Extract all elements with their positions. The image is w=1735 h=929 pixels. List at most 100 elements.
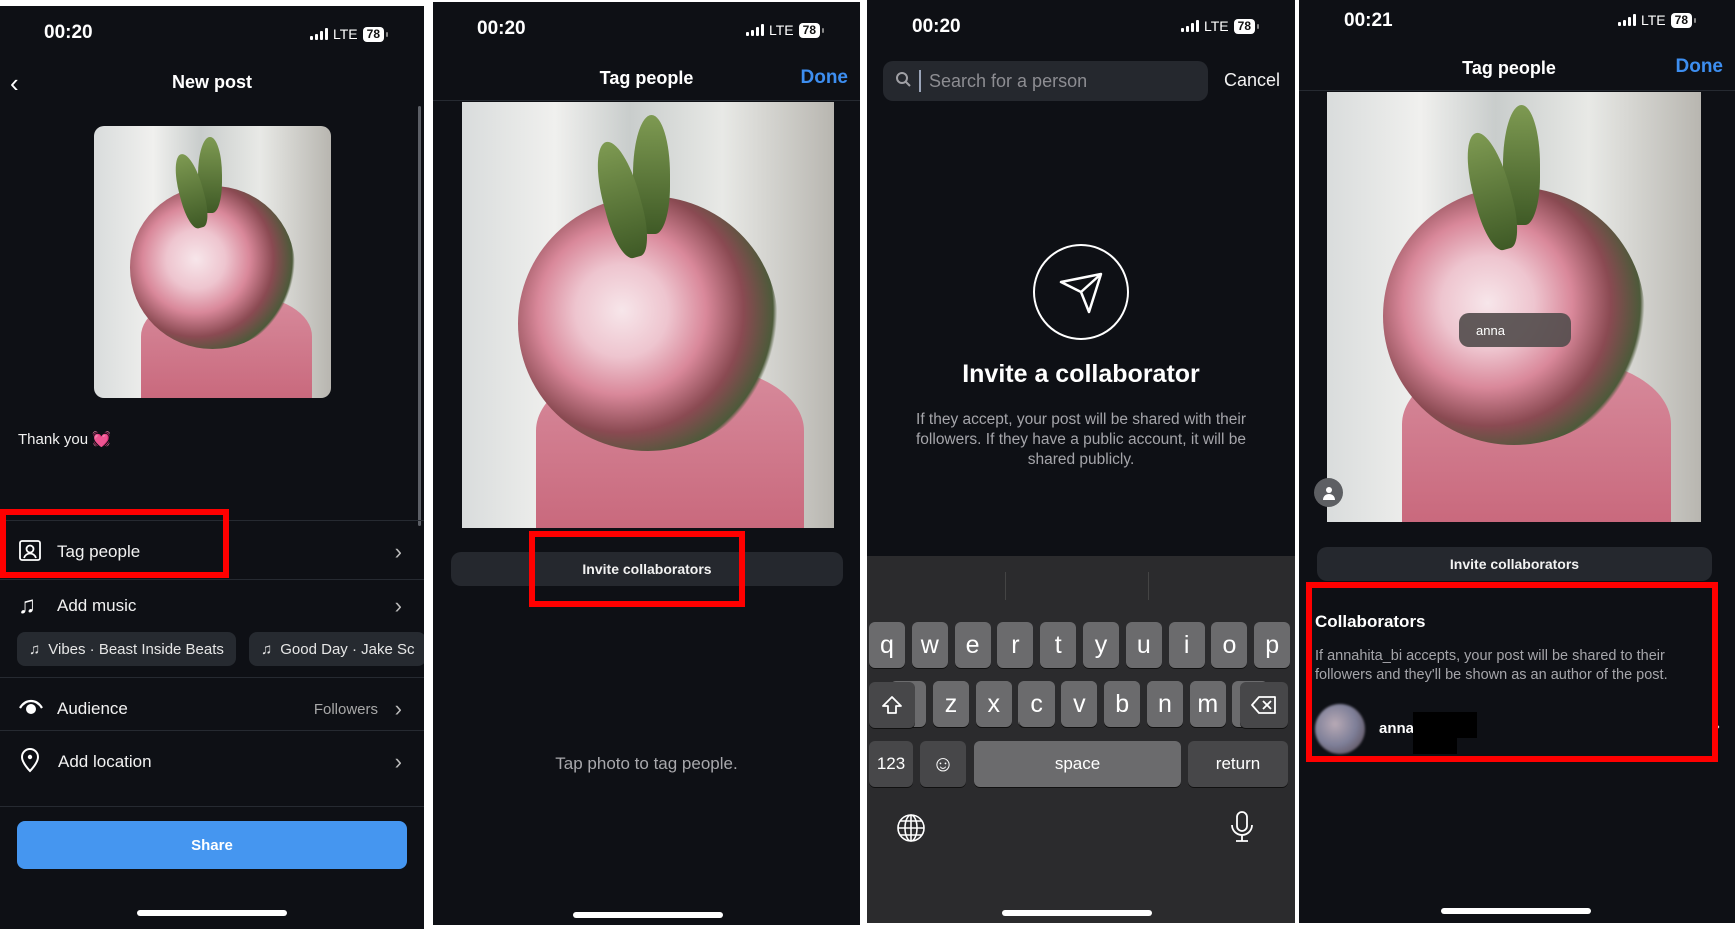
- music-note-icon: ♫: [29, 640, 41, 658]
- caption-text: Thank you 💓: [18, 431, 111, 448]
- key-o[interactable]: o: [1211, 622, 1248, 668]
- menu-item-label: Audience: [57, 699, 128, 718]
- chevron-right-icon: ›: [394, 696, 402, 721]
- search-input[interactable]: Search for a person: [883, 61, 1208, 101]
- key-x[interactable]: x: [975, 681, 1012, 727]
- tag-photo[interactable]: anna: [1327, 92, 1701, 522]
- network-label: LTE: [1204, 18, 1229, 34]
- keyboard: qwertyuiopasdfghjklzxcvbnm 123 ☺ space r…: [867, 556, 1295, 923]
- battery-icon: 78: [1233, 18, 1260, 34]
- avatar: [1315, 704, 1365, 754]
- tag-people-collaborators-screen: 00:21 LTE 78 Tag people Done anna Invite…: [1299, 0, 1735, 923]
- post-thumbnail[interactable]: [94, 126, 331, 398]
- key-b[interactable]: b: [1104, 681, 1141, 727]
- menu-item-add-music[interactable]: ♫ Add music ›: [0, 584, 424, 628]
- home-indicator[interactable]: [1002, 910, 1152, 916]
- done-button[interactable]: Done: [1676, 56, 1724, 78]
- key-u[interactable]: u: [1125, 622, 1162, 668]
- return-key[interactable]: return: [1188, 741, 1288, 787]
- music-note-icon: ♫: [261, 640, 273, 658]
- redaction-box: [1457, 712, 1477, 738]
- done-button[interactable]: Done: [801, 67, 849, 89]
- search-placeholder: Search for a person: [929, 70, 1088, 91]
- location-pin-icon: [19, 747, 41, 778]
- music-chip[interactable]: ♫ Good Day · Jake Sc: [249, 632, 424, 666]
- person-tag-icon[interactable]: [1314, 478, 1343, 507]
- status-time: 00:20: [912, 16, 961, 37]
- home-indicator[interactable]: [137, 910, 287, 916]
- signal-icon: [746, 24, 764, 36]
- invite-collaborators-button[interactable]: Invite collaborators: [451, 552, 843, 586]
- invite-description: If they accept, your post will be shared…: [916, 411, 1246, 468]
- search-icon: [895, 71, 911, 92]
- key-p[interactable]: p: [1254, 622, 1291, 668]
- status-time: 00:20: [44, 22, 93, 43]
- home-indicator[interactable]: [1441, 908, 1591, 914]
- menu-item-label: Add music: [57, 596, 137, 615]
- key-w[interactable]: w: [911, 622, 948, 668]
- audience-value: Followers: [313, 700, 378, 718]
- chevron-right-icon: ›: [1714, 716, 1720, 736]
- tag-person-icon: [18, 538, 42, 567]
- status-indicators: LTE 78: [310, 26, 389, 42]
- shift-key[interactable]: [869, 682, 915, 728]
- menu-item-audience[interactable]: Audience Followers ›: [0, 687, 424, 731]
- menu-item-tag-people[interactable]: Tag people ›: [0, 530, 424, 574]
- music-chip-label: Vibes · Beast Inside Beats: [48, 640, 224, 658]
- globe-icon[interactable]: [895, 812, 927, 849]
- music-chip[interactable]: ♫ Vibes · Beast Inside Beats: [17, 632, 236, 666]
- key-z[interactable]: z: [933, 681, 969, 727]
- battery-icon: 78: [1670, 12, 1697, 28]
- invite-collaborators-button[interactable]: Invite collaborators: [1317, 547, 1712, 581]
- invite-heading: Invite a collaborator: [962, 360, 1200, 388]
- collaborator-name: anna: [1379, 720, 1415, 737]
- key-m[interactable]: m: [1189, 681, 1226, 727]
- status-indicators: LTE 78: [1181, 18, 1260, 34]
- text-cursor: [919, 70, 921, 92]
- network-label: LTE: [769, 22, 794, 38]
- menu-item-label: Tag people: [57, 542, 141, 561]
- tag-label-bubble[interactable]: anna: [1459, 313, 1571, 347]
- key-e[interactable]: e: [954, 622, 991, 668]
- key-i[interactable]: i: [1168, 622, 1205, 668]
- shift-icon: [882, 696, 902, 714]
- delete-key[interactable]: [1240, 682, 1288, 728]
- microphone-icon[interactable]: [1229, 810, 1255, 849]
- numbers-key[interactable]: 123: [869, 741, 913, 787]
- key-y[interactable]: y: [1083, 622, 1119, 668]
- share-button[interactable]: Share: [17, 821, 407, 869]
- status-time: 00:20: [477, 18, 526, 39]
- backspace-icon: [1251, 696, 1276, 714]
- status-time: 00:21: [1344, 10, 1393, 31]
- key-q[interactable]: q: [869, 622, 905, 668]
- key-c[interactable]: c: [1018, 681, 1055, 727]
- battery-icon: 78: [362, 26, 389, 42]
- key-v[interactable]: v: [1061, 681, 1098, 727]
- signal-icon: [1181, 20, 1199, 32]
- key-n[interactable]: n: [1147, 681, 1183, 727]
- page-title: Tag people: [1462, 58, 1556, 78]
- network-label: LTE: [333, 26, 358, 42]
- music-note-icon: ♫: [18, 592, 36, 619]
- battery-icon: 78: [798, 22, 825, 38]
- menu-item-add-location[interactable]: Add location ›: [0, 740, 424, 784]
- emoji-key[interactable]: ☺: [920, 741, 966, 787]
- space-key[interactable]: space: [974, 741, 1181, 787]
- page-title: New post: [171, 72, 252, 92]
- chevron-right-icon: ›: [394, 749, 402, 774]
- cancel-button[interactable]: Cancel: [1224, 70, 1280, 91]
- network-label: LTE: [1641, 12, 1666, 28]
- collaborator-row[interactable]: anna ›: [1315, 702, 1720, 754]
- status-indicators: LTE 78: [1618, 12, 1697, 28]
- menu-item-label: Add location: [58, 752, 152, 771]
- page-title: Tag people: [599, 68, 694, 88]
- collaborators-description: If annahita_bi accepts, your post will b…: [1315, 648, 1668, 683]
- status-indicators: LTE 78: [746, 22, 825, 38]
- signal-icon: [310, 28, 328, 40]
- music-chip-label: Good Day · Jake Sc: [280, 640, 415, 658]
- tag-photo[interactable]: [462, 102, 834, 528]
- key-r[interactable]: r: [997, 622, 1034, 668]
- scrollbar[interactable]: [418, 106, 421, 526]
- home-indicator[interactable]: [573, 912, 723, 918]
- key-t[interactable]: t: [1040, 622, 1077, 668]
